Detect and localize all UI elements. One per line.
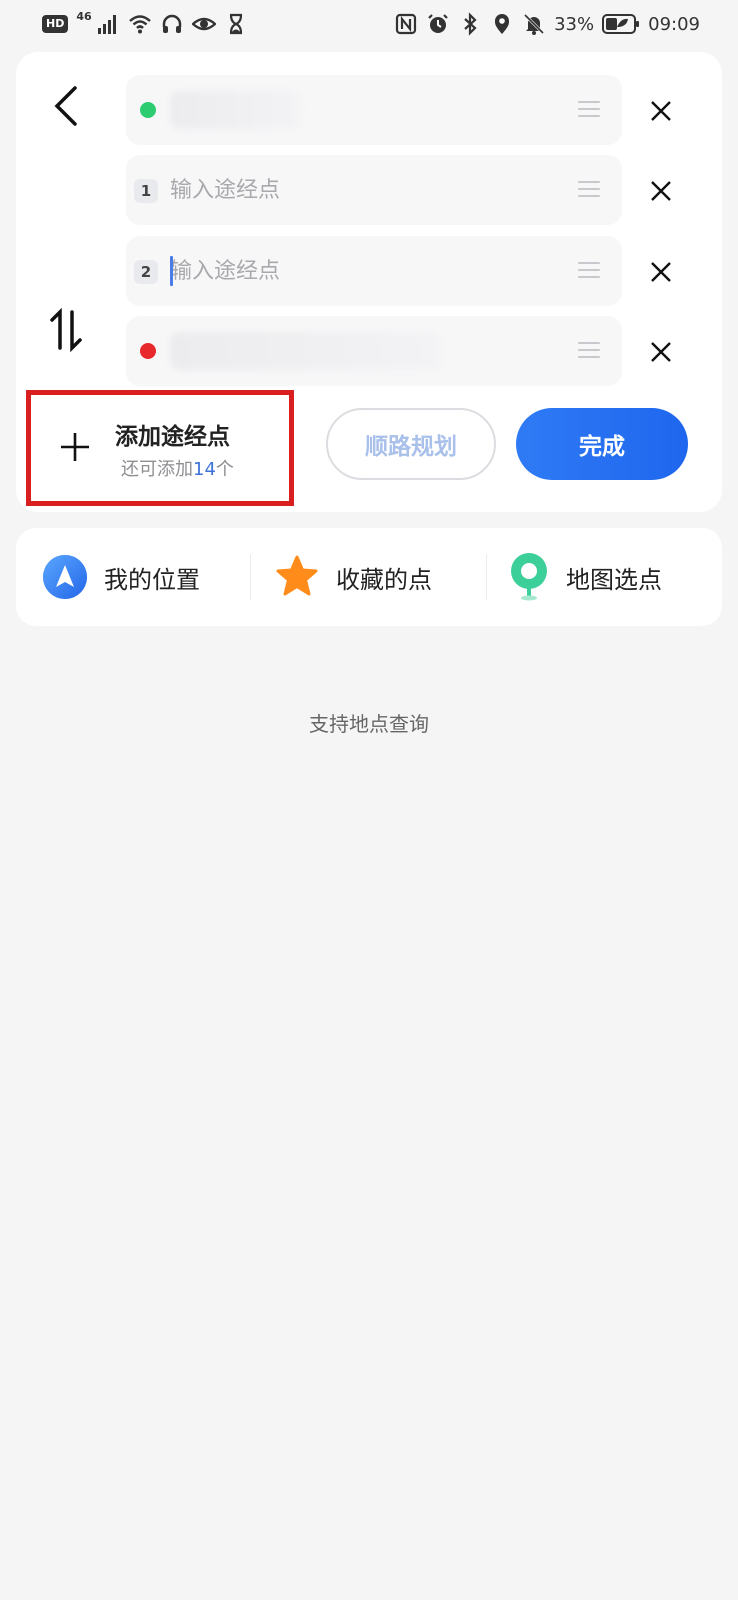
remaining-waypoints: 还可添加14个 bbox=[121, 459, 234, 480]
mute-bell-icon bbox=[522, 12, 546, 36]
close-icon bbox=[651, 181, 671, 201]
along-route-planning-button[interactable]: 顺路规划 bbox=[326, 408, 496, 480]
hd-badge: HD bbox=[42, 15, 69, 33]
quick-pick-label: 收藏的点 bbox=[336, 565, 432, 594]
my-location-option[interactable]: 我的位置 bbox=[42, 528, 200, 626]
remove-waypoint-2-button[interactable] bbox=[646, 257, 676, 287]
nfc-icon bbox=[394, 12, 418, 36]
waypoint-row-1[interactable]: 1 bbox=[126, 155, 622, 225]
end-point-value bbox=[170, 332, 440, 370]
location-icon bbox=[490, 12, 514, 36]
end-point-row[interactable] bbox=[126, 316, 622, 386]
search-hint: 支持地点查询 bbox=[309, 712, 429, 736]
start-point-row[interactable] bbox=[126, 75, 622, 145]
chevron-left-icon bbox=[54, 86, 77, 126]
clock: 09:09 bbox=[648, 13, 700, 35]
start-dot-icon bbox=[140, 102, 156, 118]
waypoint-number: 2 bbox=[134, 260, 158, 284]
location-arrow-icon bbox=[43, 555, 87, 599]
close-icon bbox=[651, 262, 671, 282]
waypoint-input-2[interactable] bbox=[170, 246, 550, 296]
alarm-icon bbox=[426, 12, 450, 36]
add-waypoint-button[interactable]: 添加途经点 还可添加14个 bbox=[26, 390, 294, 506]
quick-pick-card: 我的位置 收藏的点 地图选点 bbox=[16, 528, 722, 626]
eye-icon bbox=[190, 12, 217, 36]
swap-button[interactable] bbox=[42, 304, 90, 356]
quick-pick-label: 我的位置 bbox=[104, 565, 200, 594]
swap-vertical-icon bbox=[50, 308, 82, 352]
hourglass-icon bbox=[224, 12, 248, 36]
divider bbox=[250, 554, 251, 600]
close-icon bbox=[651, 101, 671, 121]
plus-icon bbox=[61, 433, 89, 461]
done-button[interactable]: 完成 bbox=[516, 408, 688, 480]
drag-handle-icon[interactable] bbox=[578, 101, 600, 119]
star-icon bbox=[276, 555, 318, 596]
end-dot-icon bbox=[140, 343, 156, 359]
drag-handle-icon[interactable] bbox=[578, 342, 600, 360]
route-editor-card: 1 2 添加途经点 还可添加14个 顺路规划 完成 bbox=[16, 52, 722, 512]
status-bar: HD 46 33% 09:09 bbox=[0, 0, 738, 52]
close-icon bbox=[651, 342, 671, 362]
text-caret bbox=[170, 256, 173, 286]
drag-handle-icon[interactable] bbox=[578, 262, 600, 280]
headphones-icon bbox=[160, 12, 184, 36]
back-button[interactable] bbox=[42, 80, 90, 132]
waypoint-number: 1 bbox=[134, 179, 158, 203]
remove-waypoint-1-button[interactable] bbox=[646, 176, 676, 206]
quick-pick-label: 地图选点 bbox=[566, 565, 662, 594]
battery-percent: 33% bbox=[554, 13, 595, 35]
battery-icon bbox=[602, 12, 640, 36]
remove-end-button[interactable] bbox=[646, 337, 676, 367]
map-pin-icon bbox=[511, 553, 547, 601]
network-type: 46 bbox=[76, 9, 92, 23]
wifi-icon bbox=[128, 12, 152, 36]
remove-start-button[interactable] bbox=[646, 96, 676, 126]
drag-handle-icon[interactable] bbox=[578, 181, 600, 199]
waypoint-input-1[interactable] bbox=[170, 165, 550, 215]
waypoint-row-2[interactable]: 2 bbox=[126, 236, 622, 306]
favorites-option[interactable]: 收藏的点 bbox=[274, 528, 432, 626]
bluetooth-icon bbox=[458, 12, 482, 36]
signal-icon bbox=[96, 12, 120, 36]
start-point-value bbox=[170, 91, 300, 129]
divider bbox=[486, 554, 487, 600]
add-waypoint-title: 添加途经点 bbox=[115, 423, 230, 450]
map-select-option[interactable]: 地图选点 bbox=[508, 528, 662, 626]
